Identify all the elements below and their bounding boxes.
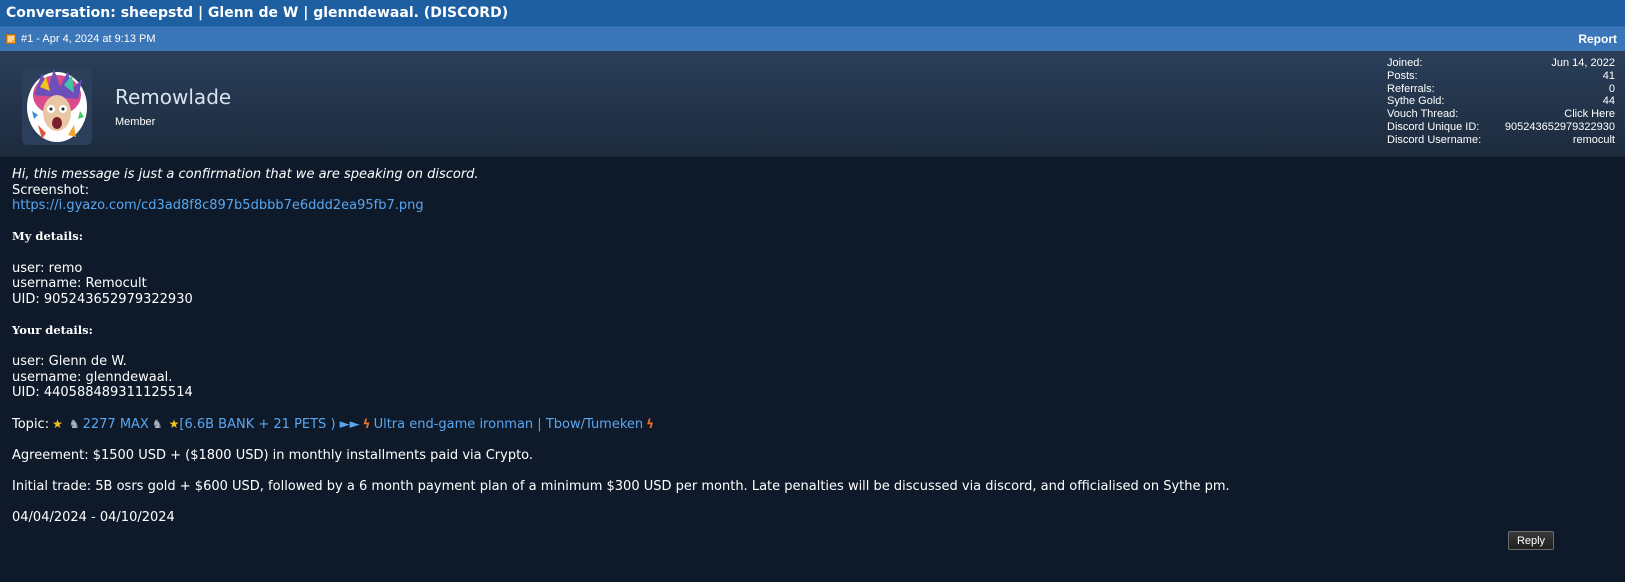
stat-value: 44 [1602,95,1615,108]
stat-sythe-gold: Sythe Gold: 44 [1387,95,1615,108]
avatar[interactable] [22,67,92,145]
lightning-icon: ϟ [362,416,371,431]
author-user-title: Member [115,115,156,128]
stat-value: 905243652979322930 [1504,120,1615,133]
reply-button[interactable]: Reply [1508,531,1554,550]
date-range: 04/04/2024 - 04/10/2024 [12,510,175,526]
stat-value: 41 [1602,69,1615,82]
stat-label: Joined: [1387,57,1423,69]
conversation-title: Conversation: sheepstd | Glenn de W | gl… [0,0,1625,27]
my-username: username: Remocult [12,276,147,292]
your-uid: UID: 440588489311125514 [12,385,193,401]
stat-referrals: Referrals: 0 [1387,83,1615,96]
topic-link-ironman[interactable]: Ultra end-game ironman | Tbow/Tumeken [374,417,644,433]
post-meta-bar: #1 - Apr 4, 2024 at 9:13 PM Report [0,27,1625,51]
initial-trade-text: Initial trade: 5B osrs gold + $600 USD, … [12,478,1230,494]
stat-label: Vouch Thread: [1387,108,1459,121]
agreement-text: Agreement: $1500 USD + ($1800 USD) in mo… [12,447,534,463]
stat-label: Discord Username: [1387,133,1482,146]
post-meta: #1 - Apr 4, 2024 at 9:13 PM [6,33,156,45]
star-icon: ★ [168,416,180,431]
star-icon: ★ [52,416,63,431]
topic-label: Topic: [12,416,50,432]
knight-icon: ♞ [68,416,80,431]
stat-value: Jun 14, 2022 [1551,57,1615,69]
report-link[interactable]: Report [1578,32,1617,46]
your-details-heading: Your details: [12,322,93,337]
author-names: Remowlade Member [115,85,231,128]
stat-label: Referrals: [1387,82,1435,95]
author-username[interactable]: Remowlade [115,85,231,109]
stat-discord-username: Discord Username: remocult [1387,134,1615,147]
knight-icon: ♞ [151,416,163,431]
stat-joined: Joined: Jun 14, 2022 [1387,57,1615,70]
stat-label: Discord Unique ID: [1387,120,1480,133]
post-author-header: Remowlade Member Joined: Jun 14, 2022 Po… [0,51,1625,157]
stat-label: Posts: [1387,69,1418,82]
screenshot-link[interactable]: https://i.gyazo.com/cd3ad8f8c897b5dbbb7e… [12,198,424,213]
your-username: username: glenndewaal. [12,369,173,385]
lightning-icon: ϟ [646,416,655,431]
screenshot-label: Screenshot: [12,182,90,198]
my-uid: UID: 905243652979322930 [12,291,193,307]
post-number-date: #1 - Apr 4, 2024 at 9:13 PM [21,33,156,45]
post-icon [6,34,16,44]
stat-discord-unique-id: Discord Unique ID: 905243652979322930 [1387,121,1615,134]
my-user: user: remo [12,260,83,276]
author-info: Remowlade Member [22,67,231,145]
stat-value: remocult [1572,133,1615,146]
stat-label: Sythe Gold: [1387,95,1445,108]
topic-link-bank[interactable]: [6.6B BANK + 21 PETS ) ►► [179,417,359,433]
stat-value: 0 [1608,82,1615,95]
topic-link-max[interactable]: 2277 MAX [83,417,149,433]
topic-line: Topic: ★ ♞ 2277 MAX ♞ ★ [6.6B BANK + 21 … [12,417,1613,433]
intro-text: Hi, this message is just a confirmation … [12,167,479,182]
stat-vouch-thread: Vouch Thread: Click Here [1387,108,1615,121]
message-body: Hi, this message is just a confirmation … [0,157,1625,536]
vouch-thread-link[interactable]: Click Here [1564,108,1615,121]
author-stats: Joined: Jun 14, 2022 Posts: 41 Referrals… [1387,57,1615,147]
your-user: user: Glenn de W. [12,354,127,370]
my-details-heading: My details: [12,229,83,244]
stat-posts: Posts: 41 [1387,70,1615,83]
